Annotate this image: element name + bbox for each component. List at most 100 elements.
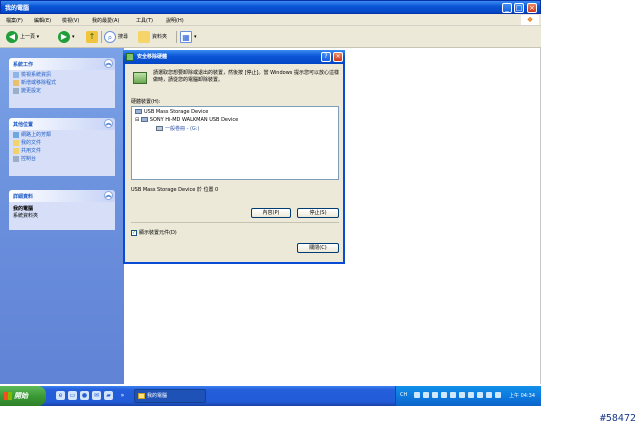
folder-icon <box>13 139 19 146</box>
windows-logo-icon: ❖ <box>521 15 539 25</box>
folders-button[interactable]: 資料夾 <box>138 30 167 44</box>
task-change-setting[interactable]: 變更設定 <box>9 86 115 94</box>
control-panel-icon <box>13 155 19 162</box>
back-button[interactable]: ◀ 上一頁 ▾ <box>6 30 39 44</box>
tree-expander-icon[interactable]: ⊟ <box>135 117 139 123</box>
other-places-box: 其他位置 ︽ 網路上的芳鄰 我的文件 共用文件 控制台 <box>9 118 115 176</box>
tray-app-icon[interactable] <box>477 392 483 398</box>
system-tasks-box: 系統工作 ︽ 檢視系統資訊 新增或移除程式 變更設定 <box>9 58 115 108</box>
control-panel-icon <box>13 87 19 94</box>
maximize-button[interactable]: □ <box>514 3 524 13</box>
taskbar: 開始 e ▭ ● ✉ ▰ » 我的電腦 CH 上午 04:34 <box>0 386 541 406</box>
quicklaunch-ie-icon[interactable]: e <box>56 391 65 400</box>
place-network[interactable]: 網路上的芳鄰 <box>9 130 115 138</box>
tray-volume-icon[interactable] <box>486 392 492 398</box>
screen: 我的電腦 _ □ × 檔案(F) 編輯(E) 檢視(V) 我的最愛(A) 工具(… <box>0 0 541 406</box>
quicklaunch-expand-icon[interactable]: » <box>118 391 127 400</box>
window-titlebar[interactable]: 我的電腦 _ □ × <box>0 0 541 14</box>
other-places-header[interactable]: 其他位置 ︽ <box>9 118 115 130</box>
programs-icon <box>13 79 19 86</box>
quicklaunch-folder-icon[interactable]: ▰ <box>104 391 113 400</box>
drive-icon <box>156 126 163 131</box>
quicklaunch-mail-icon[interactable]: ✉ <box>92 391 101 400</box>
collapse-chevron-icon[interactable]: ︽ <box>104 191 113 200</box>
place-shared-documents[interactable]: 共用文件 <box>9 146 115 154</box>
folder-icon <box>138 30 150 43</box>
search-icon: ⌕ <box>104 30 116 43</box>
system-tasks-header[interactable]: 系統工作 ︽ <box>9 58 115 70</box>
quicklaunch-media-icon[interactable]: ● <box>80 391 89 400</box>
shared-folder-icon <box>13 147 19 154</box>
tray-app-icon[interactable] <box>459 392 465 398</box>
tray-safely-remove-icon[interactable] <box>432 392 438 398</box>
dialog-titlebar[interactable]: 安全移除硬體 ? × <box>123 50 345 64</box>
views-button[interactable]: ▦ ▾ <box>180 30 197 44</box>
collapse-chevron-icon[interactable]: ︽ <box>104 119 113 128</box>
menu-help[interactable]: 說明(H) <box>166 17 184 24</box>
forward-button[interactable]: ▶ ▾ <box>58 30 75 44</box>
device-tree[interactable]: USB Mass Storage Device ⊟ SONY Hi-MD WAL… <box>131 106 339 180</box>
system-info-icon <box>13 71 19 78</box>
usb-device-icon <box>135 109 142 114</box>
system-tray: CH 上午 04:34 <box>395 386 541 406</box>
safely-remove-hardware-dialog: 安全移除硬體 ? × 請選取您想要卸除或退出的裝置，然後按 [停止]。當 Win… <box>123 50 345 264</box>
details-name: 我的電腦 <box>13 206 34 212</box>
tree-item-sony-walkman[interactable]: ⊟ SONY Hi-MD WALKMAN USB Device <box>135 117 238 123</box>
menubar: 檔案(F) 編輯(E) 檢視(V) 我的最愛(A) 工具(T) 說明(H) ❖ <box>0 14 541 26</box>
quicklaunch-desktop-icon[interactable]: ▭ <box>68 391 77 400</box>
tree-item-volume[interactable]: 一般卷冊 - (G:) <box>156 125 199 132</box>
menu-favorites[interactable]: 我的最愛(A) <box>92 17 119 24</box>
task-view-system-info[interactable]: 檢視系統資訊 <box>9 70 115 78</box>
dialog-divider <box>131 222 339 223</box>
safely-remove-hardware-icon <box>133 72 147 84</box>
details-box: 詳細資料 ︽ 我的電腦 系統資料夾 <box>9 190 115 230</box>
minimize-button[interactable]: _ <box>502 3 512 13</box>
devices-label: 硬體裝置(H): <box>131 99 161 105</box>
dialog-close-button[interactable]: × <box>333 52 343 62</box>
hardware-icon <box>126 53 134 61</box>
network-icon <box>13 131 19 138</box>
windows-flag-icon <box>4 392 12 400</box>
toolbar-divider <box>101 31 102 43</box>
tray-settings-icon[interactable] <box>414 392 420 398</box>
details-subtitle: 系統資料夾 <box>13 213 39 219</box>
details-header[interactable]: 詳細資料 ︽ <box>9 190 115 202</box>
menu-file[interactable]: 檔案(F) <box>6 17 23 24</box>
language-indicator[interactable]: CH <box>400 392 407 398</box>
taskbar-button-my-computer[interactable]: 我的電腦 <box>134 389 206 403</box>
stop-button[interactable]: 停止(S) <box>297 208 339 218</box>
tray-app-icon[interactable] <box>441 392 447 398</box>
tray-app-icon[interactable] <box>495 392 501 398</box>
search-button[interactable]: ⌕ 搜尋 <box>104 30 128 44</box>
task-pane: 系統工作 ︽ 檢視系統資訊 新增或移除程式 變更設定 其他位置 ︽ 網路上的芳鄰… <box>0 48 124 384</box>
menu-tools[interactable]: 工具(T) <box>136 17 153 24</box>
start-button[interactable]: 開始 <box>0 386 46 406</box>
place-control-panel[interactable]: 控制台 <box>9 154 115 162</box>
window-title: 我的電腦 <box>5 5 30 12</box>
checkmark-icon[interactable]: ✓ <box>131 229 137 236</box>
properties-button[interactable]: 內容(P) <box>251 208 291 218</box>
tray-app-icon[interactable] <box>468 392 474 398</box>
tray-network-icon[interactable] <box>423 392 429 398</box>
tree-item-usb-mass-storage[interactable]: USB Mass Storage Device <box>135 109 208 115</box>
dialog-message: 請選取您想要卸除或退出的裝置，然後按 [停止]。當 Windows 提示您可以放… <box>153 70 339 83</box>
device-status: USB Mass Storage Device 於 位置 0 <box>131 187 219 193</box>
up-folder-icon: ↑ <box>86 30 98 43</box>
window-border <box>540 48 541 384</box>
dialog-close-action-button[interactable]: 關閉(C) <box>297 243 339 253</box>
my-computer-icon <box>138 393 145 399</box>
task-add-remove-programs[interactable]: 新增或移除程式 <box>9 78 115 86</box>
dialog-title: 安全移除硬體 <box>137 54 168 60</box>
forward-arrow-icon: ▶ <box>58 30 70 43</box>
up-folder-button[interactable]: ↑ <box>86 30 100 44</box>
close-button[interactable]: × <box>527 3 537 13</box>
back-arrow-icon: ◀ <box>6 30 18 43</box>
place-my-documents[interactable]: 我的文件 <box>9 138 115 146</box>
taskbar-clock[interactable]: 上午 04:34 <box>509 392 535 399</box>
menu-edit[interactable]: 編輯(E) <box>34 17 51 24</box>
collapse-chevron-icon[interactable]: ︽ <box>104 59 113 68</box>
show-components-checkbox[interactable]: ✓ 顯示裝置元件(D) <box>131 229 177 236</box>
tray-app-icon[interactable] <box>450 392 456 398</box>
help-button[interactable]: ? <box>321 52 331 62</box>
menu-view[interactable]: 檢視(V) <box>62 17 79 24</box>
